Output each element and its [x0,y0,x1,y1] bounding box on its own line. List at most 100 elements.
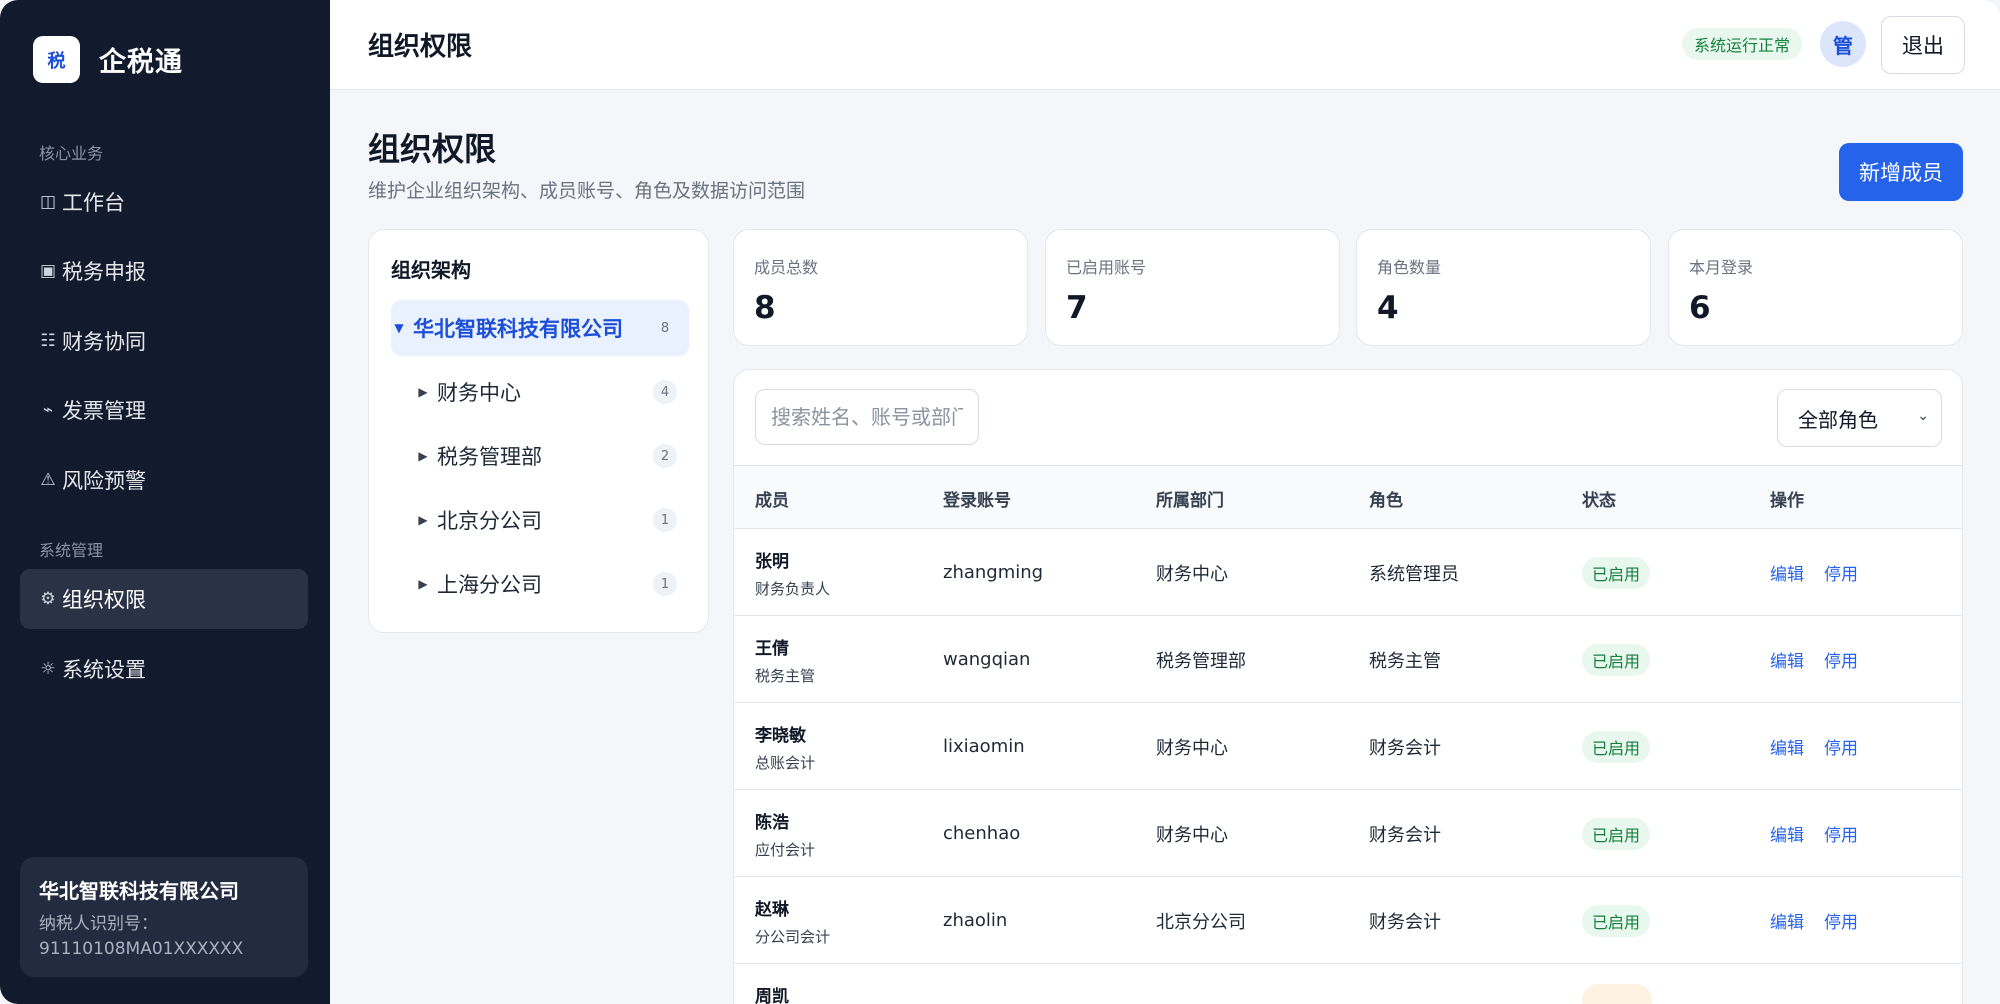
system-status-badge: 系统运行正常 [1682,28,1803,60]
brand-name: 企税通 [99,47,183,78]
member-cell: 赵琳 分公司会计 [755,877,830,964]
member-name: 周凯 [755,987,789,1004]
actions-cell: 编辑 停用 [1770,616,1878,703]
sidebar-item-tax-filing[interactable]: ▣ 税务申报 [20,241,308,301]
sidebar-item-label: 工作台 [62,191,125,215]
actions-cell: 编辑 停用 [1770,703,1878,790]
tree-node-count: 4 [653,380,677,404]
caret-right-icon: ▶ [418,513,428,527]
member-cell: 李晓敏 总账会计 [755,703,815,790]
disable-link[interactable]: 停用 [1824,821,1858,846]
brand[interactable]: 税 企税通 [33,36,183,83]
member-name: 李晓敏 [755,725,806,746]
disable-link[interactable]: 停用 [1824,647,1858,672]
sidebar-item-finance-collab[interactable]: ☷ 财务协同 [20,311,308,371]
role-cell: 税务主管 [1369,650,1441,672]
role-cell: 系统管理员 [1369,563,1459,585]
top-bar: 组织权限 系统运行正常 管 退出 [330,0,2000,90]
sidebar-item-label: 组织权限 [62,588,146,612]
tree-node-count: 1 [653,508,677,532]
department-cell: 北京分公司 [1156,911,1246,933]
stat-label: 本月登录 [1689,258,1754,277]
logout-button[interactable]: 退出 [1881,16,1965,74]
sidebar-item-org-permissions[interactable]: ⚙ 组织权限 [20,569,308,629]
account-cell: wangqian [943,649,1031,670]
column-header-status: 状态 [1582,490,1616,511]
status-cell: 已启用 [1582,616,1651,703]
company-name: 华北智联科技有限公司 [39,879,239,903]
stat-card-enabled-accounts: 已启用账号 7 [1045,229,1340,346]
table-row: 周凯 [734,964,1962,1004]
tree-node-label: 北京分公司 [437,509,542,533]
tree-node-root[interactable]: ▼ 华北智联科技有限公司 8 [391,300,689,356]
role-filter-select[interactable]: 全部角色 ⌄ [1777,389,1942,447]
edit-link[interactable]: 编辑 [1770,908,1804,933]
role-cell: 财务会计 [1369,824,1441,846]
disable-link[interactable]: 停用 [1824,734,1858,759]
status-cell: 已启用 [1582,877,1651,964]
status-badge: 已启用 [1582,904,1651,937]
dashboard-icon: ◫ [39,192,57,212]
column-header-department: 所属部门 [1156,490,1224,511]
disable-link[interactable]: 停用 [1824,908,1858,933]
org-structure-title: 组织架构 [391,258,471,282]
member-cell: 王倩 税务主管 [755,616,815,703]
member-cell: 张明 财务负责人 [755,529,830,616]
user-avatar[interactable]: 管 [1820,21,1866,67]
sidebar-item-dashboard[interactable]: ◫ 工作台 [20,172,308,232]
edit-link[interactable]: 编辑 [1770,647,1804,672]
tree-node-finance-center[interactable]: ▶ 财务中心 4 [415,364,689,420]
org-structure-panel: 组织架构 ▼ 华北智联科技有限公司 8 ▶ 财务中心 4 ▶ 税务管理部 2 ▶… [368,229,709,633]
add-member-button[interactable]: 新增成员 [1839,143,1963,201]
member-cell: 周凯 [755,964,789,1004]
actions-cell: 编辑 停用 [1770,790,1878,877]
member-title: 分公司会计 [755,927,831,946]
nav-group-core: 核心业务 [39,144,104,163]
company-card: 华北智联科技有限公司 纳税人识别号： 91110108MA01XXXXXX [20,857,308,977]
table-row: 李晓敏 总账会计 lixiaomin 财务中心 财务会计 已启用 编辑 停用 [734,703,1962,790]
stat-label: 已启用账号 [1066,258,1147,277]
stat-value: 8 [754,290,776,326]
stat-card-total-members: 成员总数 8 [733,229,1028,346]
warning-icon: ⚠ [40,470,56,490]
brand-logo: 税 [33,36,80,83]
edit-link[interactable]: 编辑 [1770,734,1804,759]
sidebar-item-risk-alerts[interactable]: ⚠ 风险预警 [20,450,308,510]
member-search-input[interactable] [755,389,979,445]
caret-right-icon: ▶ [418,449,428,463]
tree-node-beijing-branch[interactable]: ▶ 北京分公司 1 [415,492,689,548]
nav-group-system: 系统管理 [39,541,104,560]
tree-node-shanghai-branch[interactable]: ▶ 上海分公司 1 [415,556,689,612]
member-cell: 陈浩 应付会计 [755,790,815,877]
app-window: 税 企税通 核心业务 ◫ 工作台 ▣ 税务申报 ☷ 财务协同 ⌁ 发票管理 ⚠ … [0,0,2000,1004]
account-cell: chenhao [943,823,1021,844]
member-name: 张明 [755,551,789,572]
table-header: 成员 登录账号 所属部门 角色 状态 操作 [734,465,1962,529]
header-title: 组织权限 [368,32,473,62]
sidebar-item-invoices[interactable]: ⌁ 发票管理 [20,380,308,440]
sidebar-item-label: 财务协同 [62,330,146,354]
stat-value: 6 [1689,290,1711,326]
table-row: 赵琳 分公司会计 zhaolin 北京分公司 财务会计 已启用 编辑 停用 [734,877,1962,964]
list-icon: ☷ [40,331,56,351]
sidebar-item-label: 发票管理 [62,399,146,423]
member-table-panel: 全部角色 ⌄ 成员 登录账号 所属部门 角色 状态 操作 张明 财务负责人 zh… [733,369,1963,1004]
disable-link[interactable]: 停用 [1824,560,1858,585]
role-filter-value: 全部角色 [1798,407,1878,432]
sidebar-item-system-settings[interactable]: ☼ 系统设置 [20,639,308,699]
tree-node-tax-dept[interactable]: ▶ 税务管理部 2 [415,428,689,484]
column-header-role: 角色 [1369,490,1403,511]
member-title: 税务主管 [755,666,816,685]
department-cell: 财务中心 [1156,563,1228,585]
tree-node-count: 1 [653,572,677,596]
edit-link[interactable]: 编辑 [1770,560,1804,585]
tree-node-label: 税务管理部 [437,445,542,469]
status-badge: 已启用 [1582,556,1651,589]
account-cell: zhaolin [943,910,1008,931]
caret-down-icon: ▼ [394,321,404,335]
role-cell: 财务会计 [1369,737,1441,759]
tree-node-count: 2 [653,444,677,468]
caret-right-icon: ▶ [418,385,428,399]
edit-link[interactable]: 编辑 [1770,821,1804,846]
table-row: 王倩 税务主管 wangqian 税务管理部 税务主管 已启用 编辑 停用 [734,616,1962,703]
